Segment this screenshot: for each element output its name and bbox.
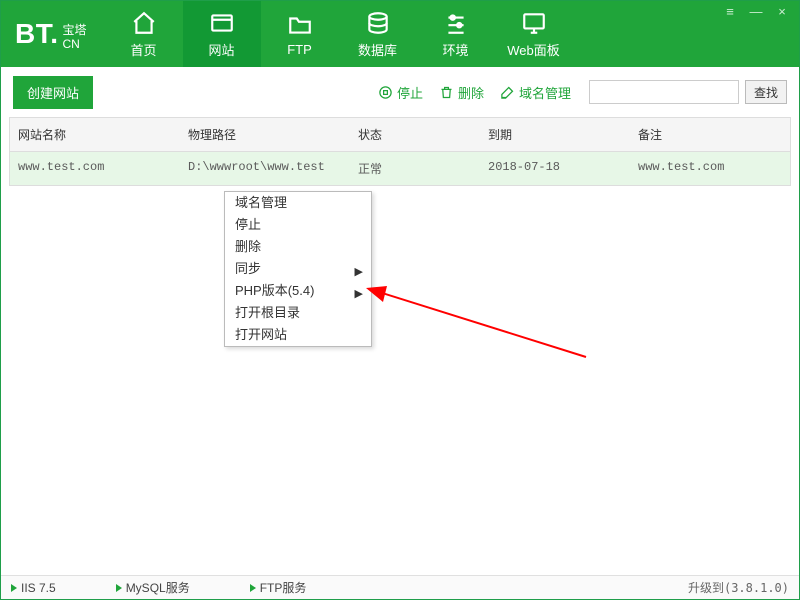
context-menu: 域名管理 停止 删除 同步▶ PHP版本(5.4)▶ 打开根目录 打开网站 <box>224 191 372 347</box>
stop-action[interactable]: 停止 <box>378 83 423 102</box>
nav-label: 环境 <box>443 40 469 59</box>
play-icon <box>116 584 122 592</box>
status-label: IIS 7.5 <box>21 581 56 595</box>
delete-action[interactable]: 删除 <box>439 83 484 102</box>
nav-ftp[interactable]: FTP <box>261 1 339 67</box>
trash-icon <box>439 85 454 100</box>
cell-expire: 2018-07-18 <box>480 152 630 186</box>
website-icon <box>209 10 235 36</box>
ctx-open-site[interactable]: 打开网站 <box>225 324 371 346</box>
cell-remark: www.test.com <box>630 152 790 186</box>
status-ftp[interactable]: FTP服务 <box>250 579 307 596</box>
play-icon <box>11 584 17 592</box>
window-controls: ≡ — × <box>717 3 795 19</box>
cell-name: www.test.com <box>10 152 180 186</box>
stop-label: 停止 <box>397 83 423 102</box>
logo-sub-top: 宝塔 <box>63 23 87 37</box>
webpanel-icon <box>521 10 547 36</box>
domain-label: 域名管理 <box>519 83 571 102</box>
logo-text: BT. <box>15 18 59 50</box>
ctx-label: PHP版本(5.4) <box>235 283 314 298</box>
close-button[interactable]: × <box>769 3 795 19</box>
ctx-sync[interactable]: 同步▶ <box>225 258 371 280</box>
col-status: 状态 <box>350 118 480 152</box>
ctx-label: 同步 <box>235 261 261 276</box>
minimize-button[interactable]: — <box>743 3 769 19</box>
stop-icon <box>378 85 393 100</box>
col-path: 物理路径 <box>180 118 350 152</box>
nav-webpanel[interactable]: Web面板 <box>495 1 573 67</box>
ctx-label: 域名管理 <box>235 195 287 210</box>
search-input[interactable] <box>589 80 739 104</box>
status-label: MySQL服务 <box>126 579 190 596</box>
upgrade-link[interactable]: 升级到(3.8.1.0) <box>688 579 789 596</box>
ctx-stop[interactable]: 停止 <box>225 214 371 236</box>
ctx-php-version[interactable]: PHP版本(5.4)▶ <box>225 280 371 302</box>
status-mysql[interactable]: MySQL服务 <box>116 579 190 596</box>
nav-label: Web面板 <box>507 40 560 59</box>
database-icon <box>365 10 391 36</box>
statusbar: IIS 7.5 MySQL服务 FTP服务 升级到(3.8.1.0) <box>1 575 799 599</box>
domain-manage-action[interactable]: 域名管理 <box>500 83 571 102</box>
logo-subtext: 宝塔 CN <box>63 23 87 51</box>
create-site-button[interactable]: 创建网站 <box>13 76 93 109</box>
ctx-delete[interactable]: 删除 <box>225 236 371 258</box>
ctx-label: 停止 <box>235 217 261 232</box>
app-logo: BT. 宝塔 CN <box>1 1 105 67</box>
nav-environment[interactable]: 环境 <box>417 1 495 67</box>
table-header: 网站名称 物理路径 状态 到期 备注 <box>10 118 790 152</box>
ctx-label: 打开根目录 <box>235 305 300 320</box>
nav-label: 数据库 <box>358 40 397 59</box>
delete-label: 删除 <box>458 83 484 102</box>
top-nav: 首页 网站 FTP 数据库 环境 Web面板 <box>105 1 573 67</box>
ctx-open-root[interactable]: 打开根目录 <box>225 302 371 324</box>
play-icon <box>250 584 256 592</box>
home-icon <box>131 10 157 36</box>
status-label: FTP服务 <box>260 579 307 596</box>
col-expire: 到期 <box>480 118 630 152</box>
titlebar: ≡ — × BT. 宝塔 CN 首页 网站 FTP <box>1 1 799 67</box>
nav-label: 网站 <box>209 40 235 59</box>
col-remark: 备注 <box>630 118 790 152</box>
toolbar: 创建网站 停止 删除 域名管理 查找 <box>1 67 799 117</box>
nav-label: 首页 <box>131 40 157 59</box>
ctx-label: 打开网站 <box>235 327 287 342</box>
sites-table: 网站名称 物理路径 状态 到期 备注 www.test.com D:\wwwro… <box>9 117 791 186</box>
settings-icon <box>443 10 469 36</box>
table-row[interactable]: www.test.com D:\wwwroot\www.test 正常 2018… <box>10 152 790 186</box>
status-iis[interactable]: IIS 7.5 <box>11 581 56 595</box>
annotation-arrow-icon <box>361 282 591 362</box>
menu-icon[interactable]: ≡ <box>717 3 743 19</box>
nav-database[interactable]: 数据库 <box>339 1 417 67</box>
nav-website[interactable]: 网站 <box>183 1 261 67</box>
search-button[interactable]: 查找 <box>745 80 787 104</box>
cell-status: 正常 <box>350 152 480 186</box>
ctx-domain-manage[interactable]: 域名管理 <box>225 192 371 214</box>
app-window: ≡ — × BT. 宝塔 CN 首页 网站 FTP <box>0 0 800 600</box>
ctx-label: 删除 <box>235 239 261 254</box>
nav-label: FTP <box>287 42 312 57</box>
folder-icon <box>287 12 313 38</box>
logo-sub-bottom: CN <box>63 37 87 51</box>
col-name: 网站名称 <box>10 118 180 152</box>
nav-home[interactable]: 首页 <box>105 1 183 67</box>
edit-icon <box>500 85 515 100</box>
cell-path: D:\wwwroot\www.test <box>180 152 350 186</box>
